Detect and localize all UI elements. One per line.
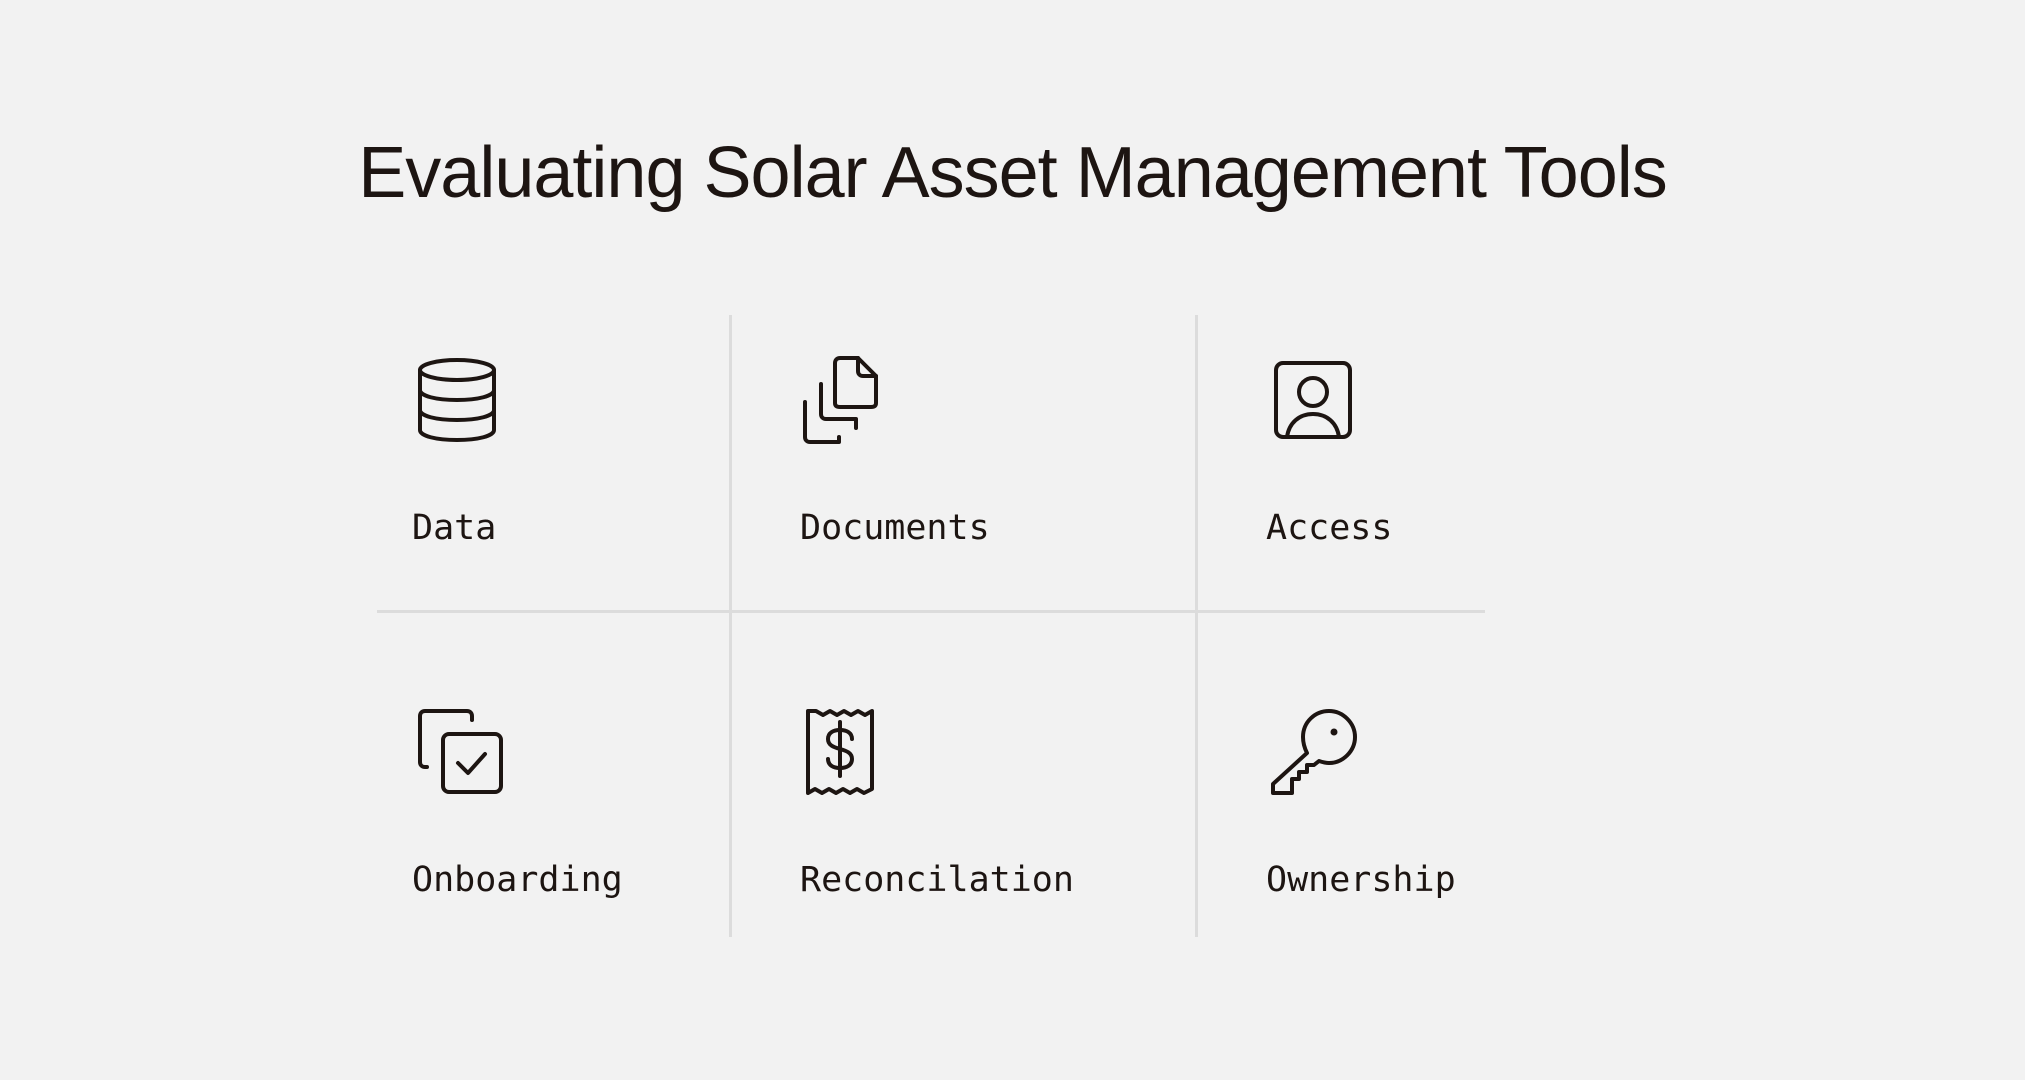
page-title: Evaluating Solar Asset Management Tools — [358, 133, 1667, 213]
feature-label-data: Data — [412, 508, 497, 548]
feature-label-onboarding: Onboarding — [412, 860, 623, 900]
key-icon — [1266, 708, 1362, 804]
checkbox-copy-icon — [412, 708, 508, 804]
user-badge-icon — [1266, 356, 1362, 452]
feature-grid: Data Documents Access Onboarding Reconci… — [377, 315, 1485, 937]
database-icon — [412, 356, 508, 452]
documents-icon — [800, 356, 896, 452]
grid-divider-horizontal — [377, 610, 1485, 613]
receipt-dollar-icon — [800, 708, 896, 804]
feature-label-access: Access — [1266, 508, 1393, 548]
feature-label-documents: Documents — [800, 508, 990, 548]
grid-divider-vertical-2 — [1195, 315, 1198, 937]
feature-label-reconcilation: Reconcilation — [800, 860, 1074, 900]
grid-divider-vertical-1 — [729, 315, 732, 937]
feature-label-ownership: Ownership — [1266, 860, 1456, 900]
